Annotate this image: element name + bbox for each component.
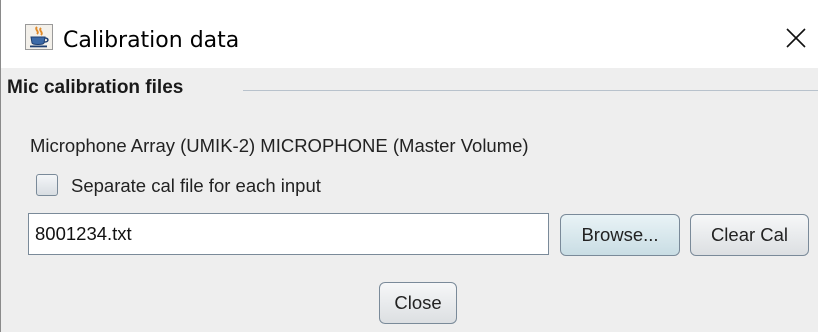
- calibration-dialog: Calibration data Mic calibration files M…: [0, 0, 818, 332]
- java-coffee-cup-icon: [25, 24, 53, 50]
- title-bar[interactable]: Calibration data: [1, 0, 818, 68]
- separate-cal-checkbox[interactable]: [36, 174, 58, 196]
- cal-file-field[interactable]: [28, 213, 549, 255]
- clear-cal-button[interactable]: Clear Cal: [690, 214, 809, 256]
- browse-button[interactable]: Browse...: [560, 214, 680, 256]
- section-title: Mic calibration files: [7, 77, 184, 98]
- window-title: Calibration data: [63, 28, 240, 53]
- device-label: Microphone Array (UMIK-2) MICROPHONE (Ma…: [30, 135, 529, 156]
- separate-cal-label[interactable]: Separate cal file for each input: [71, 175, 321, 197]
- close-icon[interactable]: [785, 27, 807, 49]
- section-divider: [243, 90, 818, 91]
- dialog-content: Mic calibration files Microphone Array (…: [1, 68, 818, 332]
- close-button[interactable]: Close: [379, 282, 457, 324]
